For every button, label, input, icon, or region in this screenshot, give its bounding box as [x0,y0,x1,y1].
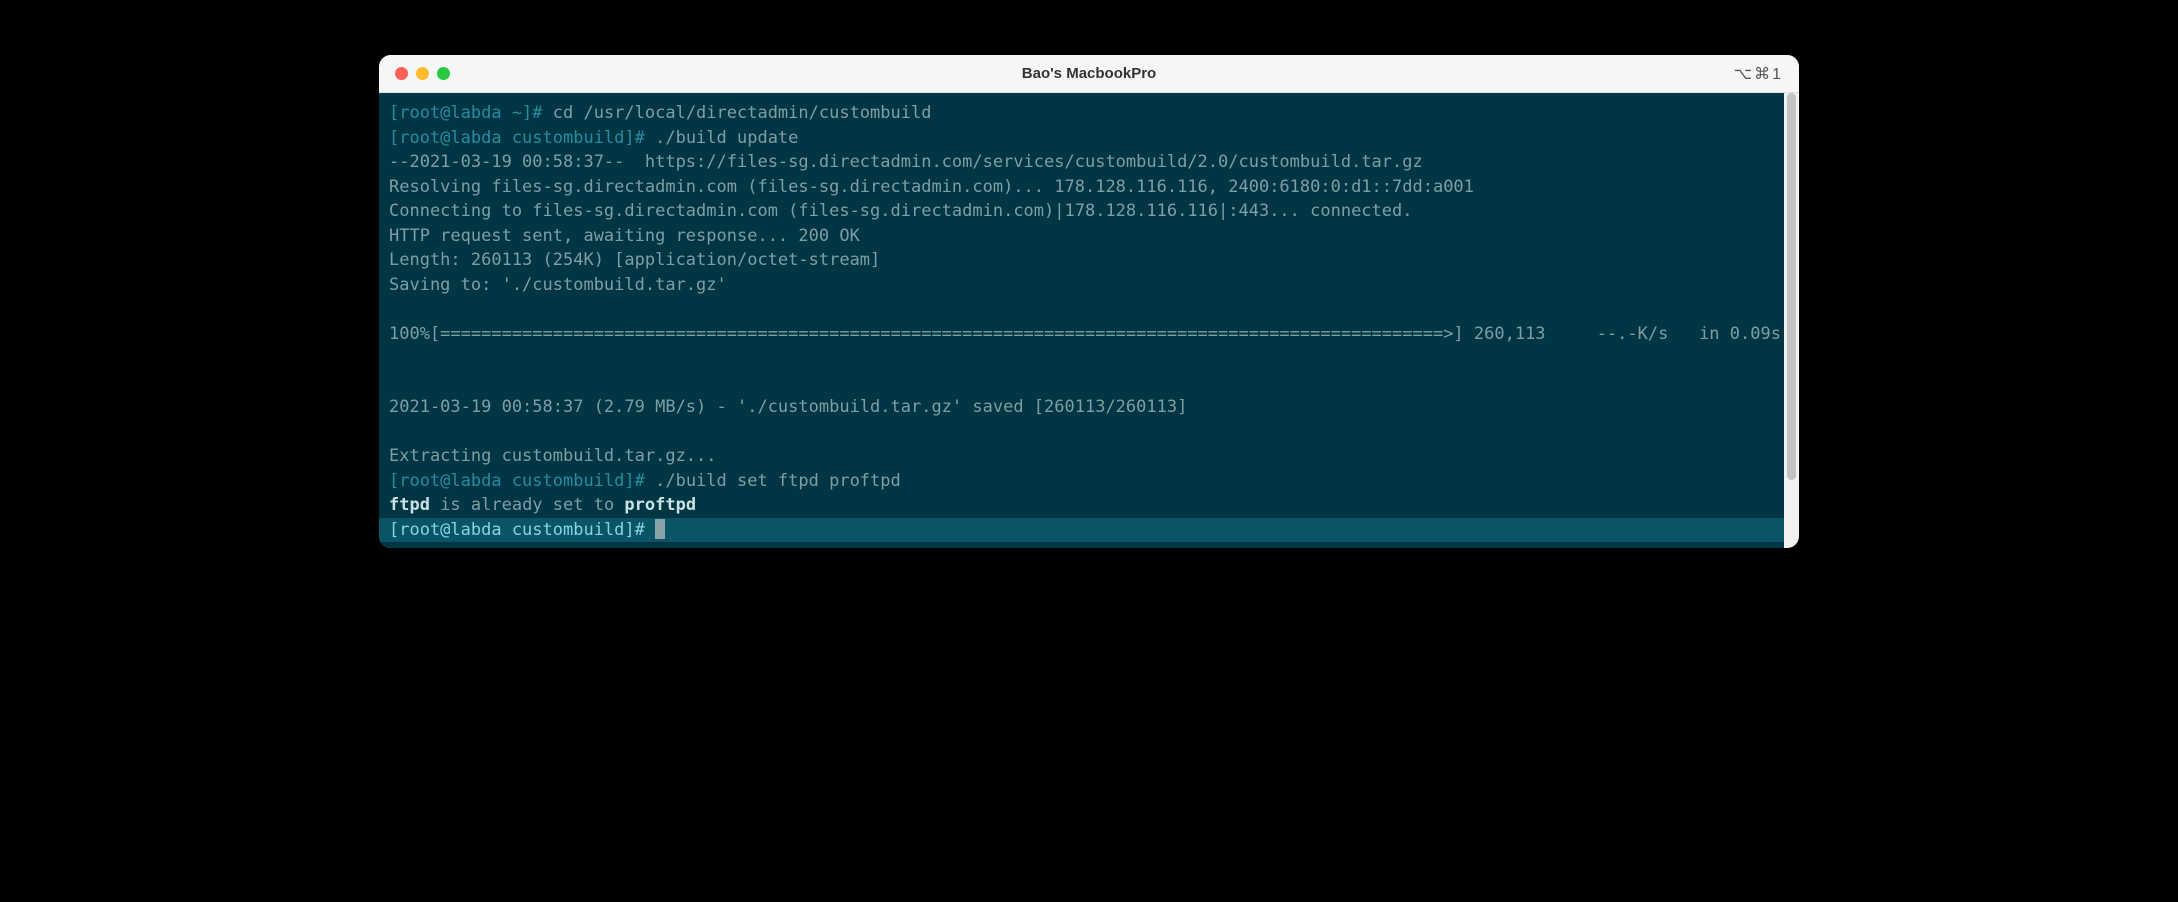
terminal-output-line: 2021-03-19 00:58:37 (2.79 MB/s) - './cus… [389,397,1187,417]
window-shortcut-indicator: ⌥⌘1 [1734,64,1783,84]
terminal-output-line: Resolving files-sg.directadmin.com (file… [389,177,1474,197]
terminal-content[interactable]: [root@labda ~]# cd /usr/local/directadmi… [379,93,1784,548]
terminal-output-line: Extracting custombuild.tar.gz... [389,446,717,466]
terminal-output-value: proftpd [624,495,696,515]
traffic-lights [379,67,450,80]
window-title: Bao's MacbookPro [379,65,1799,82]
terminal-output-line: Connecting to files-sg.directadmin.com (… [389,201,1413,221]
shell-command [645,520,655,540]
maximize-button[interactable] [437,67,450,80]
terminal-wrapper: [root@labda ~]# cd /usr/local/directadmi… [379,93,1799,548]
shell-command: ./build update [645,128,799,148]
shell-prompt: [root@labda ~]# [389,103,543,123]
terminal-output-line: Saving to: './custombuild.tar.gz' [389,275,727,295]
scrollbar[interactable] [1784,93,1799,548]
shell-prompt: [root@labda custombuild]# [389,128,645,148]
active-prompt-line: [root@labda custombuild]# [379,518,1784,543]
titlebar: Bao's MacbookPro ⌥⌘1 [379,55,1799,93]
shell-prompt: [root@labda custombuild]# [389,520,645,540]
close-button[interactable] [395,67,408,80]
terminal-output-line: --2021-03-19 00:58:37-- https://files-sg… [389,152,1423,172]
shell-prompt: [root@labda custombuild]# [389,471,645,491]
terminal-window: Bao's MacbookPro ⌥⌘1 [root@labda ~]# cd … [379,55,1799,548]
terminal-output-line: Length: 260113 (254K) [application/octet… [389,250,880,270]
terminal-output-text: is already set to [430,495,624,515]
minimize-button[interactable] [416,67,429,80]
shell-command: cd /usr/local/directadmin/custombuild [543,103,932,123]
scroll-thumb[interactable] [1787,93,1796,480]
terminal-output-line: HTTP request sent, awaiting response... … [389,226,860,246]
shell-command: ./build set ftpd proftpd [645,471,901,491]
terminal-output-line: 100%[===================================… [389,324,1781,344]
terminal-output-key: ftpd [389,495,430,515]
cursor-icon [655,519,665,539]
